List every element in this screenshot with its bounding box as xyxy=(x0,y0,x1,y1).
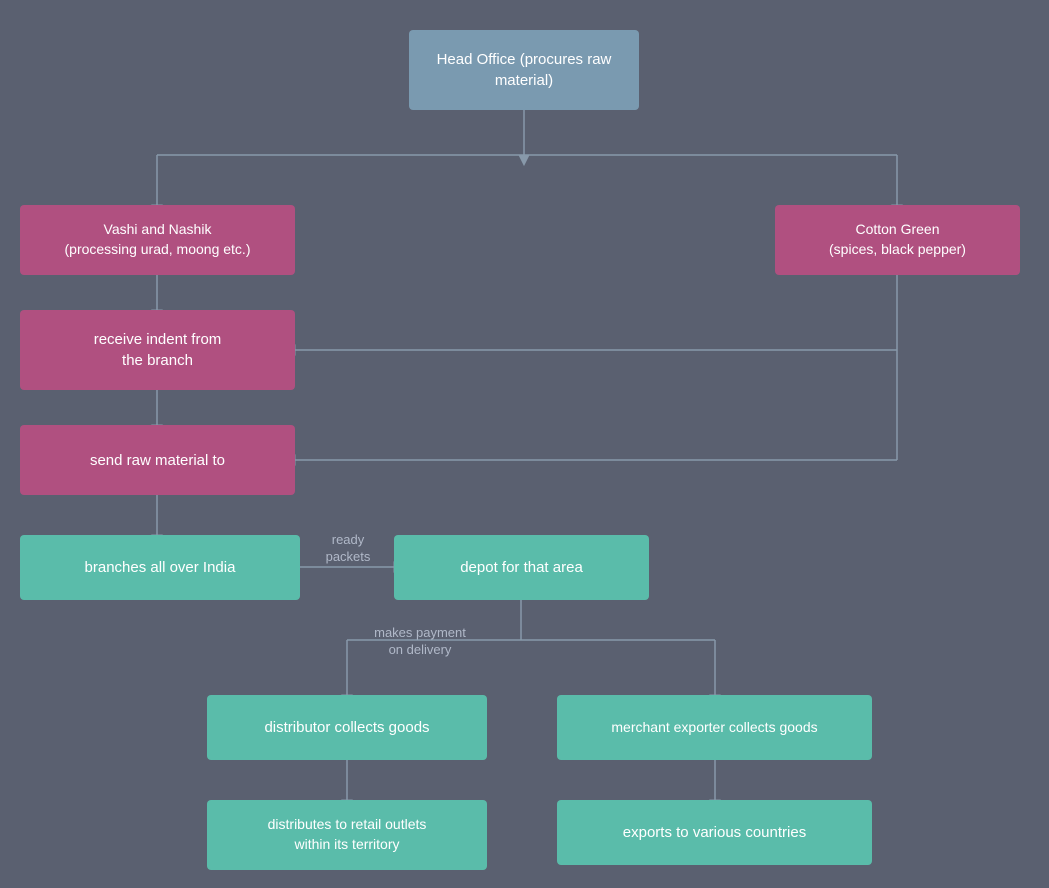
diagram: Head Office (procures raw material) Vash… xyxy=(0,0,1049,888)
merchant-exporter-box: merchant exporter collects goods xyxy=(557,695,872,760)
cotton-green-box: Cotton Green(spices, black pepper) xyxy=(775,205,1020,275)
send-raw-material-box: send raw material to xyxy=(20,425,295,495)
distributes-retail-box: distributes to retail outletswithin its … xyxy=(207,800,487,870)
head-office-box: Head Office (procures raw material) xyxy=(409,30,639,110)
makes-payment-label: makes paymenton delivery xyxy=(345,625,495,659)
receive-indent-box: receive indent fromthe branch xyxy=(20,310,295,390)
distributor-box: distributor collects goods xyxy=(207,695,487,760)
vashi-nashik-box: Vashi and Nashik(processing urad, moong … xyxy=(20,205,295,275)
depot-box: depot for that area xyxy=(394,535,649,600)
exports-box: exports to various countries xyxy=(557,800,872,865)
ready-packets-label: readypackets xyxy=(308,532,388,566)
branches-box: branches all over India xyxy=(20,535,300,600)
